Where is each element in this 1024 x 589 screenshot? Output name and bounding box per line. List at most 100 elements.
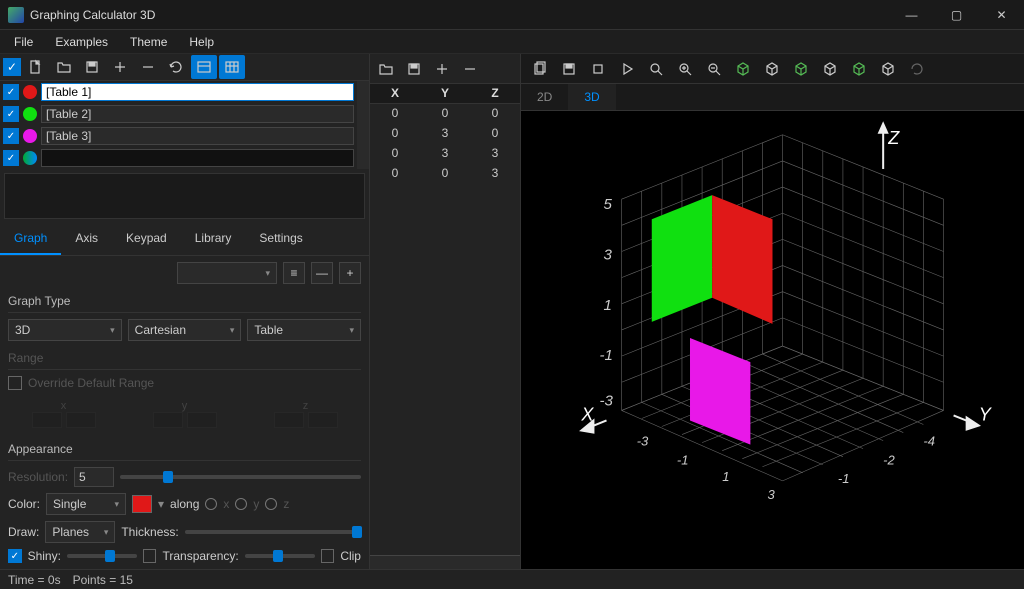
play-button[interactable] (614, 57, 640, 81)
thickness-slider[interactable] (185, 530, 361, 534)
data-remove-button[interactable] (457, 57, 483, 81)
svg-text:1: 1 (603, 297, 611, 314)
mode-combo[interactable]: Table▾ (247, 319, 361, 341)
table-color-swatch[interactable] (23, 85, 37, 99)
data-save-button[interactable] (401, 57, 427, 81)
tab-keypad[interactable]: Keypad (112, 223, 181, 255)
add-button[interactable] (107, 55, 133, 79)
open-file-button[interactable] (51, 55, 77, 79)
thickness-label: Thickness: (121, 525, 178, 539)
data-scrollbar[interactable] (370, 555, 520, 569)
status-time: Time = 0s (8, 573, 61, 587)
dimension-combo[interactable]: 3D▾ (8, 319, 122, 341)
tab-settings[interactable]: Settings (245, 223, 316, 255)
shiny-slider[interactable] (67, 554, 137, 558)
cube-view-3-button[interactable] (788, 57, 814, 81)
transparency-label: Transparency: (162, 549, 238, 563)
data-row[interactable]: 003 (370, 164, 520, 184)
cube-view-5-button[interactable] (846, 57, 872, 81)
status-bar: Time = 0s Points = 15 (0, 569, 1024, 589)
zoom-out-button[interactable] (701, 57, 727, 81)
resolution-label: Resolution: (8, 470, 68, 484)
view-tab-3d[interactable]: 3D (568, 84, 615, 110)
scene-svg: Z X Y 5 3 1 -1 -3 -3 -1 1 3 -4 -2 -1 (521, 111, 1024, 569)
rotate-button[interactable] (904, 57, 930, 81)
tab-graph[interactable]: Graph (0, 223, 61, 255)
table-name-label[interactable]: [Table 2] (41, 105, 354, 123)
data-row[interactable]: 000 (370, 104, 520, 124)
cube-view-1-button[interactable] (730, 57, 756, 81)
view-mode-1-button[interactable] (191, 55, 217, 79)
coord-system-combo[interactable]: Cartesian▾ (128, 319, 242, 341)
data-row[interactable]: 033 (370, 144, 520, 164)
tab-axis[interactable]: Axis (61, 223, 112, 255)
col-x[interactable]: X (370, 84, 420, 103)
maximize-button[interactable]: ▢ (934, 0, 979, 30)
zoom-in-button[interactable] (672, 57, 698, 81)
data-row[interactable]: 030 (370, 124, 520, 144)
override-range-label: Override Default Range (28, 376, 154, 390)
preset-add-button[interactable]: + (339, 262, 361, 284)
col-z[interactable]: Z (470, 84, 520, 103)
along-y-radio[interactable] (235, 498, 247, 510)
table-checkbox[interactable]: ✓ (3, 150, 19, 166)
color-swatch[interactable] (132, 495, 152, 513)
draw-mode-combo[interactable]: Planes▾ (45, 521, 115, 543)
table-checkbox[interactable]: ✓ (3, 128, 19, 144)
table-color-swatch[interactable] (23, 107, 37, 121)
tab-library[interactable]: Library (181, 223, 246, 255)
menu-theme[interactable]: Theme (120, 32, 177, 52)
along-x-radio[interactable] (205, 498, 217, 510)
menu-examples[interactable]: Examples (45, 32, 118, 52)
col-y[interactable]: Y (420, 84, 470, 103)
new-file-button[interactable] (23, 55, 49, 79)
shiny-label: Shiny: (28, 549, 61, 563)
preset-combo[interactable]: ▾ (177, 262, 277, 284)
save-button[interactable] (79, 55, 105, 79)
zoom-fit-button[interactable] (643, 57, 669, 81)
menu-help[interactable]: Help (179, 32, 224, 52)
remove-button[interactable] (135, 55, 161, 79)
expression-box[interactable] (4, 173, 365, 219)
viewport-panel: 2D 3D (521, 54, 1024, 569)
status-points: Points = 15 (73, 573, 133, 587)
table-checkbox[interactable]: ✓ (3, 84, 19, 100)
view-toolbar (521, 54, 1024, 84)
minimize-button[interactable]: — (889, 0, 934, 30)
data-add-button[interactable] (429, 57, 455, 81)
plane-green (652, 195, 712, 322)
preset-list-button[interactable]: ≡ (283, 262, 305, 284)
table-name-label[interactable]: [Table 3] (41, 127, 354, 145)
svg-text:-4: -4 (923, 434, 935, 449)
copy-icon[interactable] (527, 57, 553, 81)
table-list: ✓ ✓ [Table 2] ✓ [Table 3] ✓ (0, 81, 369, 169)
clip-checkbox[interactable] (321, 549, 335, 563)
table-list-scrollbar[interactable] (357, 81, 369, 169)
transparency-checkbox[interactable] (143, 549, 157, 563)
shiny-checkbox[interactable]: ✓ (8, 549, 22, 563)
view-tab-2d[interactable]: 2D (521, 84, 568, 110)
cube-view-2-button[interactable] (759, 57, 785, 81)
save-image-button[interactable] (556, 57, 582, 81)
table-checkbox[interactable]: ✓ (3, 106, 19, 122)
close-button[interactable]: ✕ (979, 0, 1024, 30)
transparency-slider[interactable] (245, 554, 315, 558)
stop-button[interactable] (585, 57, 611, 81)
viewport-3d[interactable]: Z X Y 5 3 1 -1 -3 -3 -1 1 3 -4 -2 -1 (521, 111, 1024, 569)
refresh-button[interactable] (163, 55, 189, 79)
color-mode-combo[interactable]: Single▾ (46, 493, 126, 515)
cube-view-6-button[interactable] (875, 57, 901, 81)
toggle-all-checkbox[interactable]: ✓ (3, 58, 21, 76)
cube-view-4-button[interactable] (817, 57, 843, 81)
preset-remove-button[interactable]: — (311, 262, 333, 284)
menu-file[interactable]: File (4, 32, 43, 52)
along-z-radio[interactable] (265, 498, 277, 510)
table-name-input[interactable] (41, 83, 354, 101)
svg-text:-1: -1 (838, 471, 850, 486)
table-color-swatch[interactable] (23, 129, 37, 143)
data-open-button[interactable] (373, 57, 399, 81)
table-row: ✓ [Table 3] (0, 125, 357, 147)
table-name-label[interactable] (41, 149, 354, 167)
table-color-swatch[interactable] (23, 151, 37, 165)
view-mode-2-button[interactable] (219, 55, 245, 79)
